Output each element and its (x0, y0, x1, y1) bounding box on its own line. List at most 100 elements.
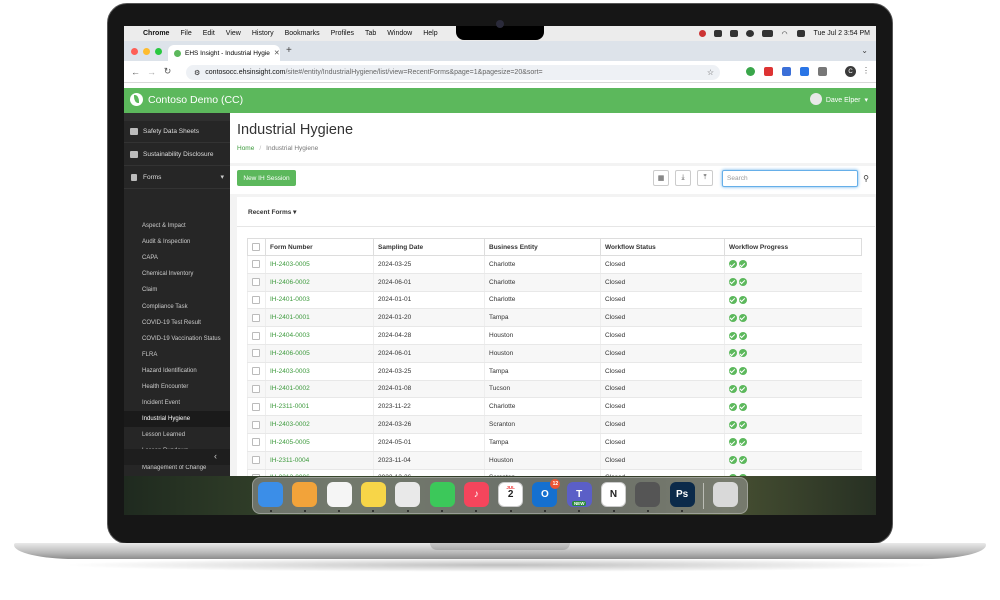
status-icon[interactable] (730, 30, 739, 37)
breadcrumb-home[interactable]: Home (237, 145, 254, 152)
row-select-cell[interactable] (247, 397, 266, 417)
chrome-menu-icon[interactable]: ⋮ (862, 66, 870, 75)
sidebar-collapse[interactable]: ‹ (124, 449, 230, 465)
row-select-cell[interactable] (247, 433, 266, 452)
status-icon[interactable] (699, 30, 707, 37)
sidebar-form-incident-event[interactable]: Incident Event (124, 395, 230, 411)
form-number-link[interactable]: IH-2401-0001 (265, 308, 374, 328)
photos-icon[interactable] (292, 482, 318, 507)
sidebar-form-health-encounter[interactable]: Health Encounter (124, 379, 230, 395)
menu-window[interactable]: Window (387, 30, 412, 37)
grid-view-icon[interactable]: ▦ (653, 170, 669, 186)
form-number-link[interactable]: IH-2311-0001 (265, 397, 374, 417)
menu-edit[interactable]: Edit (203, 30, 215, 37)
app-title[interactable]: Contoso Demo (CC) (148, 94, 243, 106)
battery-icon[interactable] (762, 30, 774, 37)
row-select-cell[interactable] (247, 380, 266, 399)
app-logo-icon[interactable] (130, 93, 143, 106)
row-checkbox[interactable] (252, 260, 260, 269)
sidebar-item-forms[interactable]: Forms ▾ (124, 167, 230, 189)
table-row[interactable]: IH-2401-0002 2024-01-08 Tucson Closed (247, 380, 862, 399)
row-select-cell[interactable] (247, 308, 266, 328)
table-row[interactable]: IH-2401-0003 2024-01-01 Charlotte Closed (247, 291, 862, 310)
reminders-icon[interactable] (326, 482, 352, 507)
row-checkbox[interactable] (252, 313, 260, 322)
view-selector[interactable]: Recent Forms ▾ (248, 208, 296, 216)
table-row[interactable]: IH-2404-0003 2024-04-28 Houston Closed (247, 326, 862, 345)
sidebar-item-safety-data-sheets[interactable]: Safety Data Sheets (124, 121, 230, 143)
close-window-icon[interactable] (131, 48, 138, 55)
sidebar-form-hazard-identification[interactable]: Hazard Identification (124, 363, 230, 379)
profile-avatar[interactable]: C (845, 66, 856, 77)
menu-view[interactable]: View (226, 30, 241, 37)
table-row[interactable]: IH-2405-0005 2024-05-01 Tampa Closed (247, 433, 862, 452)
form-number-link[interactable]: IH-2401-0002 (265, 380, 374, 399)
status-icon[interactable] (714, 30, 723, 37)
form-number-link[interactable]: IH-2404-0003 (265, 326, 374, 345)
form-number-link[interactable]: IH-2406-0002 (265, 273, 374, 292)
teams-icon[interactable]: T NEW (566, 482, 592, 507)
row-checkbox[interactable] (252, 331, 260, 340)
back-icon[interactable]: ← (131, 67, 140, 77)
sidebar-form-lesson-learned[interactable]: Lesson Learned (124, 427, 230, 443)
extension-icon[interactable] (764, 67, 773, 76)
row-select-cell[interactable] (247, 291, 266, 310)
row-select-cell[interactable] (247, 344, 266, 363)
table-row[interactable]: IH-2406-0002 2024-06-01 Charlotte Closed (247, 273, 862, 292)
extensions-puzzle-icon[interactable] (818, 67, 827, 76)
sidebar-form-aspect-impact[interactable]: Aspect & Impact (124, 218, 230, 234)
row-checkbox[interactable] (252, 456, 260, 465)
menu-file[interactable]: File (180, 30, 191, 37)
sidebar-form-chemical-inventory[interactable]: Chemical Inventory (124, 266, 230, 282)
notion-icon[interactable]: N (601, 482, 626, 507)
tab-search-icon[interactable]: ⌄ (861, 46, 868, 55)
row-select-cell[interactable] (247, 362, 266, 381)
form-number-link[interactable]: IH-2406-0005 (265, 344, 374, 363)
row-checkbox[interactable] (252, 420, 260, 429)
bookmark-star-icon[interactable]: ☆ (707, 68, 714, 77)
select-all-checkbox[interactable] (252, 243, 260, 251)
sidebar-form-flra[interactable]: FLRA (124, 347, 230, 363)
sidebar-form-compliance-task[interactable]: Compliance Task (124, 299, 230, 315)
status-icon[interactable] (746, 30, 755, 37)
user-menu[interactable]: Dave Elper ▾ (809, 93, 868, 105)
form-number-link[interactable]: IH-2405-0005 (265, 433, 374, 452)
table-row[interactable]: IH-2311-0001 2023-11-22 Charlotte Closed (247, 397, 862, 417)
menu-bookmarks[interactable]: Bookmarks (285, 30, 320, 37)
new-ih-session-button[interactable]: New IH Session (237, 170, 296, 186)
row-select-cell[interactable] (247, 273, 266, 292)
control-center-icon[interactable] (797, 30, 806, 37)
forward-icon[interactable]: → (147, 67, 156, 77)
row-checkbox[interactable] (252, 384, 260, 393)
close-tab-icon[interactable]: ✕ (274, 49, 280, 57)
new-tab-icon[interactable]: + (286, 45, 292, 56)
form-number-link[interactable]: IH-2401-0003 (265, 291, 374, 310)
extension-icon[interactable] (782, 67, 791, 76)
row-select-cell[interactable] (247, 415, 266, 434)
minimize-window-icon[interactable] (143, 48, 150, 55)
browser-tab[interactable]: EHS Insight - Industrial Hygie ✕ (168, 45, 280, 61)
search-icon[interactable]: ⚲ (859, 170, 873, 187)
row-select-cell[interactable] (247, 326, 266, 345)
form-number-link[interactable]: IH-2311-0004 (265, 451, 374, 470)
form-number-link[interactable]: IH-2403-0005 (265, 255, 374, 274)
notes-icon[interactable] (360, 482, 386, 507)
menu-chrome[interactable]: Chrome (143, 30, 169, 37)
finder-icon[interactable] (258, 482, 283, 507)
menu-history[interactable]: History (252, 30, 274, 37)
extension-icon[interactable] (746, 67, 755, 76)
column-header[interactable]: Sampling Date (373, 238, 485, 256)
form-number-link[interactable]: IH-2403-0003 (265, 362, 374, 381)
menu-help[interactable]: Help (423, 30, 437, 37)
outlook-icon[interactable]: O 12 (532, 479, 561, 507)
table-row[interactable]: IH-2403-0003 2024-03-25 Tampa Closed (247, 362, 862, 381)
sidebar-form-covid-19-test-result[interactable]: COVID-19 Test Result (124, 315, 230, 331)
table-row[interactable]: IH-2311-0004 2023-11-04 Houston Closed (247, 451, 862, 470)
upload-icon[interactable]: ⤒ (697, 170, 713, 186)
row-select-cell[interactable] (247, 451, 266, 470)
table-row[interactable]: IH-2403-0002 2024-03-26 Scranton Closed (247, 415, 862, 434)
reload-icon[interactable]: ↻ (163, 66, 172, 77)
table-row[interactable]: IH-2406-0005 2024-06-01 Houston Closed (247, 344, 862, 363)
column-header[interactable]: Workflow Status (600, 238, 725, 256)
chevron-left-icon[interactable]: ‹ (214, 451, 217, 461)
